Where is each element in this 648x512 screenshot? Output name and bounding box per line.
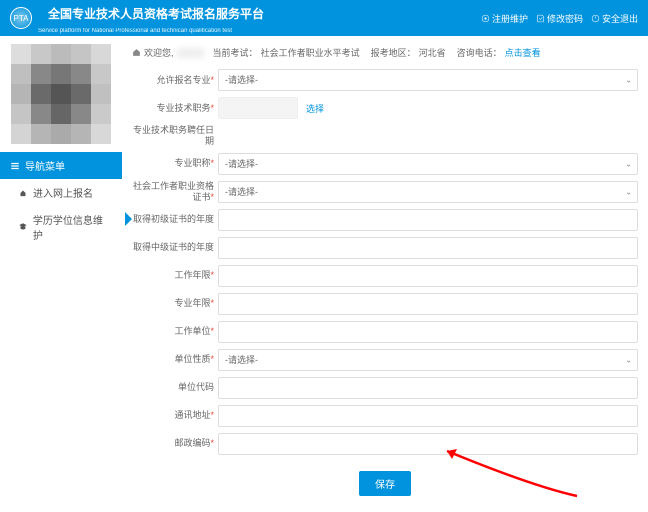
label-mid-year: 取得中级证书的年度 bbox=[132, 242, 218, 253]
select-unit-nature[interactable]: -请选择- bbox=[218, 349, 638, 371]
logout-link[interactable]: 安全退出 bbox=[591, 12, 638, 25]
select-pro-title[interactable]: -请选择- bbox=[218, 153, 638, 175]
label-unit-code: 单位代码 bbox=[132, 382, 218, 393]
label-unit-nature: 单位性质* bbox=[132, 354, 218, 365]
label-allow-major: 允许报名专业* bbox=[132, 75, 218, 86]
phone-view-link[interactable]: 点击查看 bbox=[505, 46, 541, 59]
tech-post-select-link[interactable]: 选择 bbox=[306, 102, 324, 115]
label-work-unit: 工作单位* bbox=[132, 326, 218, 337]
sidebar: 导航菜单 进入网上报名 学历学位信息维护 bbox=[0, 36, 122, 512]
input-primary-year[interactable] bbox=[218, 209, 638, 231]
label-pro-years: 专业年限* bbox=[132, 298, 218, 309]
section-marker-icon bbox=[125, 212, 132, 226]
tech-post-display bbox=[218, 97, 298, 119]
label-address: 通讯地址* bbox=[132, 410, 218, 421]
save-button[interactable]: 保存 bbox=[359, 471, 411, 496]
main-content: 欢迎您, 当前考试：社会工作者职业水平考试 报考地区：河北省 咨询电话：点击查看… bbox=[122, 36, 648, 512]
menu-icon bbox=[10, 161, 20, 171]
input-pro-years[interactable] bbox=[218, 293, 638, 315]
breadcrumb: 欢迎您, 当前考试：社会工作者职业水平考试 报考地区：河北省 咨询电话：点击查看 bbox=[132, 42, 638, 69]
hand-icon bbox=[18, 188, 28, 198]
header-title: 全国专业技术人员资格考试报名服务平台 Service platform for … bbox=[38, 1, 274, 35]
label-primary-year: 取得初级证书的年度 bbox=[132, 214, 218, 225]
input-postcode[interactable] bbox=[218, 433, 638, 455]
input-unit-code[interactable] bbox=[218, 377, 638, 399]
label-work-years: 工作年限* bbox=[132, 270, 218, 281]
input-address[interactable] bbox=[218, 405, 638, 427]
app-header: PTA 全国专业技术人员资格考试报名服务平台 Service platform … bbox=[0, 0, 648, 36]
label-pro-title: 专业职称* bbox=[132, 158, 218, 169]
username-blurred bbox=[177, 48, 205, 58]
avatar bbox=[11, 44, 111, 144]
nav-item-education[interactable]: 学历学位信息维护 bbox=[0, 206, 122, 248]
register-link[interactable]: 注册维护 bbox=[481, 12, 528, 25]
select-allow-major[interactable]: -请选择- bbox=[218, 69, 638, 91]
nav-header: 导航菜单 bbox=[0, 152, 122, 179]
input-work-unit[interactable] bbox=[218, 321, 638, 343]
input-mid-year[interactable] bbox=[218, 237, 638, 259]
select-sw-cert[interactable]: -请选择- bbox=[218, 181, 638, 203]
label-tech-post: 专业技术职务* bbox=[132, 103, 218, 114]
graduation-icon bbox=[18, 222, 28, 232]
nav-item-online-register[interactable]: 进入网上报名 bbox=[0, 179, 122, 206]
label-tech-post-date: 专业技术职务聘任日期 bbox=[132, 125, 218, 147]
label-sw-cert: 社会工作者职业资格证书* bbox=[132, 181, 218, 203]
home-icon bbox=[132, 48, 141, 57]
label-postcode: 邮政编码* bbox=[132, 438, 218, 449]
logo-icon: PTA bbox=[10, 7, 32, 29]
change-password-link[interactable]: 修改密码 bbox=[536, 12, 583, 25]
input-work-years[interactable] bbox=[218, 265, 638, 287]
